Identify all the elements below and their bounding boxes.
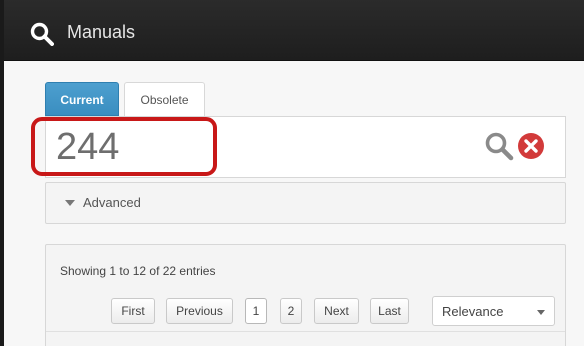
previous-page-button[interactable]: Previous bbox=[166, 298, 233, 324]
page-2-button[interactable]: 2 bbox=[280, 298, 302, 324]
advanced-toggle[interactable]: Advanced bbox=[45, 182, 566, 224]
sort-select[interactable]: Relevance bbox=[432, 296, 555, 326]
page-1-button[interactable]: 1 bbox=[245, 298, 267, 324]
sort-selected-value: Relevance bbox=[442, 304, 504, 319]
app-window: Manuals Current Obsolete Advanced Showin… bbox=[0, 0, 584, 346]
app-title: Manuals bbox=[67, 22, 136, 42]
search-icon bbox=[30, 22, 54, 46]
caret-down-icon bbox=[65, 200, 75, 206]
first-page-button[interactable]: First bbox=[111, 298, 155, 324]
tab-obsolete[interactable]: Obsolete bbox=[124, 82, 205, 116]
clear-icon[interactable] bbox=[517, 132, 545, 160]
advanced-label: Advanced bbox=[83, 195, 141, 210]
tab-current[interactable]: Current bbox=[45, 82, 119, 116]
results-info: Showing 1 to 12 of 22 entries bbox=[60, 264, 216, 278]
divider bbox=[46, 331, 565, 332]
search-icon[interactable] bbox=[484, 131, 514, 161]
highlight-annotation bbox=[31, 117, 217, 176]
last-page-button[interactable]: Last bbox=[370, 298, 409, 324]
top-bar: Manuals bbox=[4, 0, 584, 61]
chevron-down-icon bbox=[537, 310, 545, 315]
results-panel: Showing 1 to 12 of 22 entries bbox=[45, 244, 566, 346]
next-page-button[interactable]: Next bbox=[314, 298, 359, 324]
